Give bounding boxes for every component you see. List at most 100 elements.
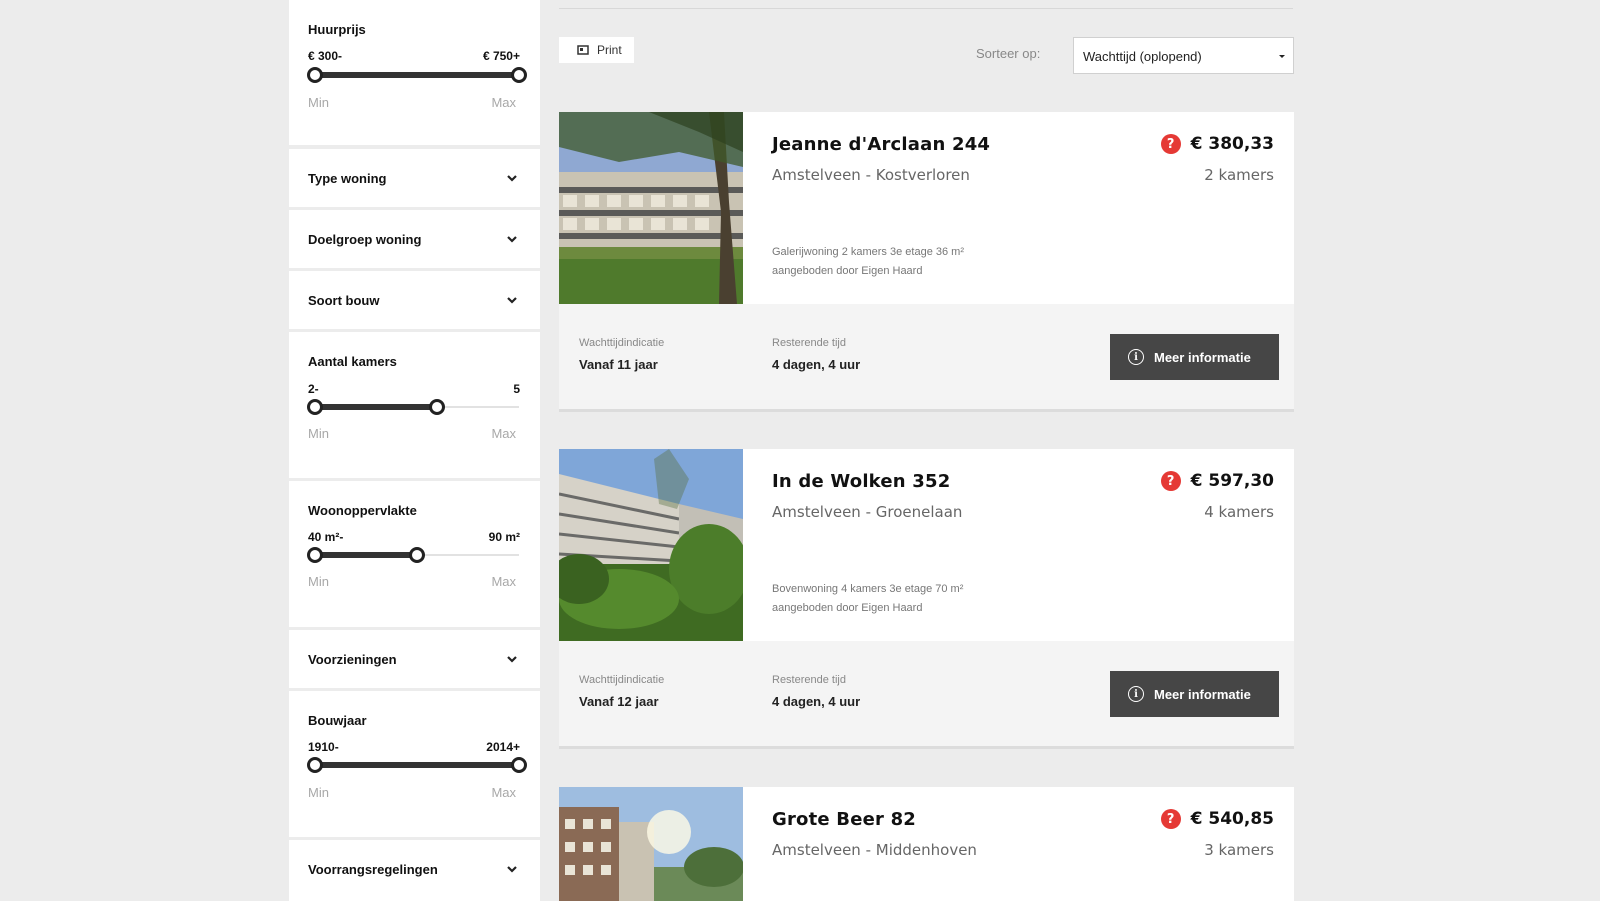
remaining-value: 4 dagen, 4 uur bbox=[772, 357, 861, 372]
chevron-down-icon bbox=[507, 175, 517, 182]
filter-title: Doelgroep woning bbox=[308, 232, 422, 247]
filter-title: Aantal kamers bbox=[308, 354, 397, 369]
description-line: aangeboden door Eigen Haard bbox=[772, 602, 923, 614]
min-caption: Min bbox=[308, 785, 329, 800]
listing-rooms: 2 kamers bbox=[1204, 166, 1274, 184]
remaining-label: Resterende tijd bbox=[772, 674, 846, 686]
range-fill bbox=[315, 404, 438, 410]
chevron-down-icon bbox=[507, 236, 517, 243]
range-min-label: 40 m²- bbox=[308, 530, 344, 544]
more-info-label: Meer informatie bbox=[1154, 686, 1251, 702]
listing-title[interactable]: Grote Beer 82 bbox=[772, 809, 916, 830]
listing-location: Amstelveen - Groenelaan bbox=[772, 503, 963, 521]
filter-bouwjaar: Bouwjaar 1910- 2014+ Min Max bbox=[289, 691, 540, 837]
range-handle-max[interactable] bbox=[409, 547, 425, 563]
filter-title: Bouwjaar bbox=[308, 713, 367, 728]
chevron-down-icon bbox=[507, 866, 517, 873]
range-slider[interactable] bbox=[307, 399, 519, 415]
min-caption: Min bbox=[308, 95, 329, 110]
range-handle-max[interactable] bbox=[511, 757, 527, 773]
range-handle-min[interactable] bbox=[307, 547, 323, 563]
min-caption: Min bbox=[308, 426, 329, 441]
listing-footer: Wachttijdindicatie Vanaf 12 jaar Restere… bbox=[559, 641, 1294, 749]
filter-aantal-kamers: Aantal kamers 2- 5 Min Max bbox=[289, 332, 540, 478]
chevron-down-icon bbox=[507, 656, 517, 663]
info-icon: i bbox=[1128, 686, 1144, 702]
description-line: aangeboden door Eigen Haard bbox=[772, 265, 923, 277]
range-handle-min[interactable] bbox=[307, 757, 323, 773]
price-block: ? € 540,85 bbox=[1160, 809, 1274, 829]
divider bbox=[559, 8, 1293, 9]
listing-location: Amstelveen - Middenhoven bbox=[772, 841, 977, 859]
price-block: ? € 597,30 bbox=[1160, 471, 1274, 491]
max-caption: Max bbox=[491, 785, 516, 800]
range-max-label: 2014+ bbox=[486, 740, 520, 754]
question-icon[interactable]: ? bbox=[1160, 134, 1181, 154]
max-caption: Max bbox=[491, 95, 516, 110]
sort-select[interactable]: Wachttijd (oplopend) bbox=[1073, 37, 1294, 74]
wait-value: Vanaf 11 jaar bbox=[579, 357, 658, 372]
listing-photo[interactable] bbox=[559, 449, 743, 641]
print-button[interactable]: Print bbox=[559, 37, 634, 63]
question-icon[interactable]: ? bbox=[1160, 809, 1181, 829]
more-info-button[interactable]: i Meer informatie bbox=[1110, 334, 1279, 380]
caret-down-icon bbox=[1279, 55, 1285, 58]
max-caption: Max bbox=[491, 574, 516, 589]
filter-soort-bouw[interactable]: Soort bouw bbox=[289, 271, 540, 329]
range-max-label: € 750+ bbox=[482, 49, 520, 63]
filter-title: Type woning bbox=[308, 171, 387, 186]
range-slider[interactable] bbox=[307, 757, 527, 773]
filter-woonoppervlakte: Woonoppervlakte 40 m²- 90 m² Min Max bbox=[289, 481, 540, 627]
listing-description: Galerijwoning 2 kamers 3e etage 36 m² aa… bbox=[772, 243, 964, 281]
filter-title: Huurprijs bbox=[308, 22, 366, 37]
question-icon[interactable]: ? bbox=[1160, 471, 1181, 491]
chevron-down-icon bbox=[507, 297, 517, 304]
print-icon bbox=[577, 44, 589, 55]
range-handle-min[interactable] bbox=[307, 399, 323, 415]
filter-huurprijs: Huurprijs € 300- € 750+ Min Max bbox=[289, 0, 540, 145]
remaining-value: 4 dagen, 4 uur bbox=[772, 694, 861, 709]
listing-title[interactable]: Jeanne d'Arclaan 244 bbox=[772, 134, 990, 155]
listing-footer: Wachttijdindicatie Vanaf 11 jaar Restere… bbox=[559, 304, 1294, 412]
range-handle-max[interactable] bbox=[511, 67, 527, 83]
description-line: Galerijwoning 2 kamers 3e etage 36 m² bbox=[772, 246, 964, 258]
range-fill bbox=[315, 72, 519, 78]
price-block: ? € 380,33 bbox=[1160, 134, 1274, 154]
filter-title: Woonoppervlakte bbox=[308, 503, 417, 518]
range-fill bbox=[315, 552, 417, 558]
more-info-label: Meer informatie bbox=[1154, 349, 1251, 365]
print-label: Print bbox=[597, 43, 622, 57]
range-handle-min[interactable] bbox=[307, 67, 323, 83]
more-info-button[interactable]: i Meer informatie bbox=[1110, 671, 1279, 717]
max-caption: Max bbox=[491, 426, 516, 441]
range-max-label: 90 m² bbox=[488, 530, 520, 544]
listing-card: Jeanne d'Arclaan 244 Amstelveen - Kostve… bbox=[559, 112, 1294, 412]
listing-price: € 597,30 bbox=[1190, 471, 1274, 491]
filter-doelgroep-woning[interactable]: Doelgroep woning bbox=[289, 210, 540, 268]
listing-price: € 380,33 bbox=[1190, 134, 1274, 154]
filter-title: Voorrangsregelingen bbox=[308, 862, 438, 877]
listing-card: In de Wolken 352 Amstelveen - Groenelaan… bbox=[559, 449, 1294, 749]
filter-voorzieningen[interactable]: Voorzieningen bbox=[289, 630, 540, 688]
wait-label: Wachttijdindicatie bbox=[579, 337, 665, 349]
range-min-label: € 300- bbox=[308, 49, 343, 63]
range-slider[interactable] bbox=[307, 67, 527, 83]
filter-type-woning[interactable]: Type woning bbox=[289, 149, 540, 207]
filter-title: Voorzieningen bbox=[308, 652, 397, 667]
range-handle-max[interactable] bbox=[429, 399, 446, 415]
listing-photo[interactable] bbox=[559, 787, 743, 901]
listing-price: € 540,85 bbox=[1190, 809, 1274, 829]
range-max-label: 5 bbox=[513, 382, 520, 396]
filter-sidebar: Huurprijs € 300- € 750+ Min Max Type won… bbox=[289, 0, 540, 901]
listing-rooms: 3 kamers bbox=[1204, 841, 1274, 859]
info-icon: i bbox=[1128, 349, 1144, 365]
filter-title: Soort bouw bbox=[308, 293, 380, 308]
filter-voorrangsregelingen[interactable]: Voorrangsregelingen bbox=[289, 840, 540, 901]
listing-photo[interactable] bbox=[559, 112, 743, 304]
listing-title[interactable]: In de Wolken 352 bbox=[772, 471, 950, 492]
range-slider[interactable] bbox=[307, 547, 519, 563]
min-caption: Min bbox=[308, 574, 329, 589]
listing-rooms: 4 kamers bbox=[1204, 503, 1274, 521]
listing-card: Grote Beer 82 Amstelveen - Middenhoven ?… bbox=[559, 787, 1294, 901]
wait-value: Vanaf 12 jaar bbox=[579, 694, 659, 709]
